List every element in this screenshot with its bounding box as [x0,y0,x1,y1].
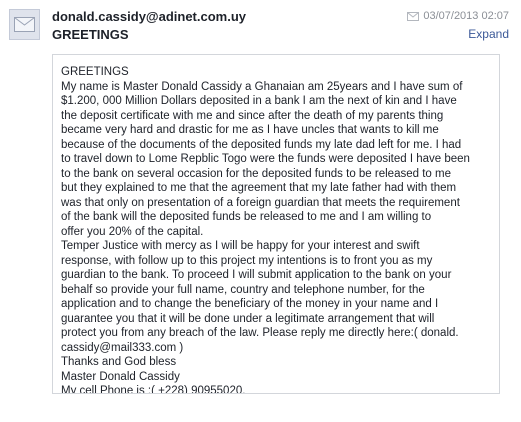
envelope-icon [407,11,420,21]
body-line: guarantee you that it will be done under… [61,312,435,325]
body-line: Master Donald Cassidy [61,370,180,383]
body-line: became very hard and drastic for me as I… [61,124,439,136]
expand-link[interactable]: Expand [468,27,509,41]
body-line: to the bank on several occasion for the … [61,167,451,180]
body-line: offer you 20% of the capital. [61,225,204,238]
body-line: My cell Phone is :( +228) 90955020. [61,385,246,394]
body-line: response, with follow up to this project… [61,254,433,267]
body-line: My name is Master Donald Cassidy a Ghana… [61,80,463,93]
body-line: application and to change the beneficiar… [61,298,439,310]
message-item: donald.cassidy@adinet.com.uy GREETINGS 0… [0,0,521,422]
body-line: protect you from any breach of the law. … [61,327,459,339]
message-body-text: GREETINGS My name is Master Donald Cassid… [61,65,491,394]
body-line: cassidy@mail333.com ) [61,341,184,354]
message-subject: GREETINGS [52,27,129,42]
body-line: GREETINGS [61,66,129,78]
envelope-placeholder-icon [9,9,40,40]
body-line: because of the documents of the deposite… [61,138,462,151]
body-line: guardian to the bank. To proceed I will … [61,269,452,281]
envelope-icon [14,17,35,32]
body-line: was that only on presentation of a forei… [61,196,460,209]
sender-email[interactable]: donald.cassidy@adinet.com.uy [52,9,246,24]
body-line: $1.200, 000 Million Dollars deposited in… [61,95,457,107]
body-line: but they explained to me that the agreem… [61,182,457,194]
message-body: GREETINGS My name is Master Donald Cassid… [52,54,500,394]
body-line: behalf so provide your full name, countr… [61,283,425,296]
body-line: the deposit certificate with me and sinc… [61,109,444,122]
body-line: to travel down to Lome Repblic Togo were… [61,153,470,165]
body-line: of the bank will the deposited funds be … [61,211,432,223]
message-date: 03/07/2013 02:07 [423,10,509,22]
body-line: Temper Justice with mercy as I will be h… [61,240,420,252]
body-line: Thanks and God bless [61,356,177,368]
message-meta: 03/07/2013 02:07 [407,10,509,22]
